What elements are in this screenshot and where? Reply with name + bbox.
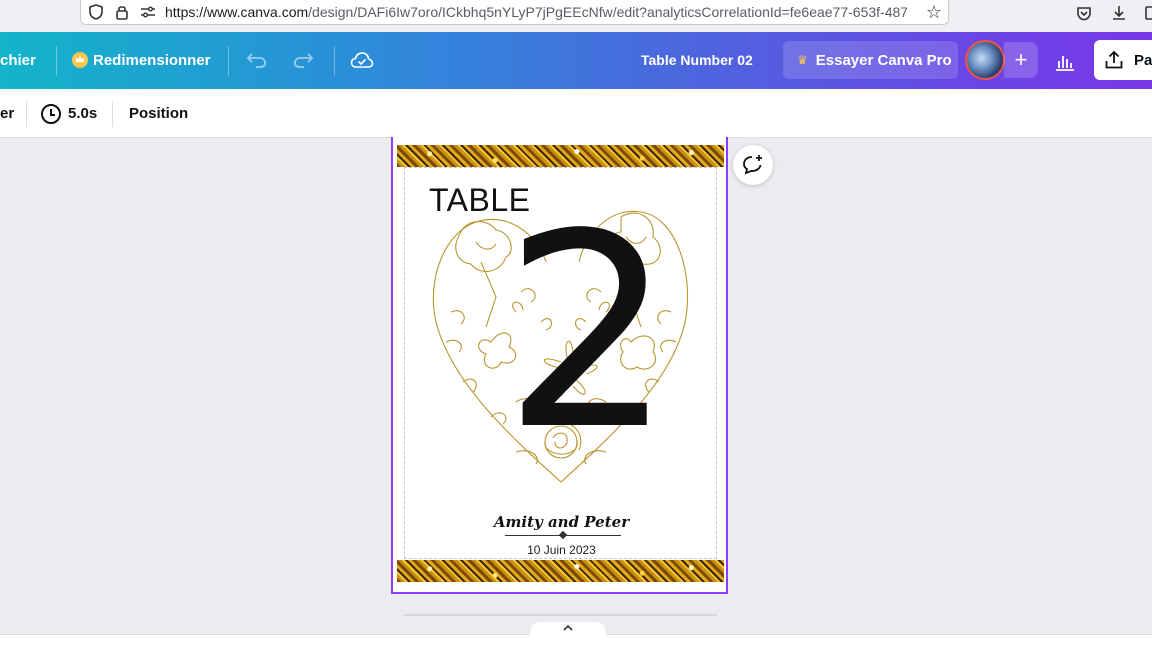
undo-button[interactable] bbox=[246, 42, 268, 78]
couple-names[interactable]: Amity and Peter bbox=[393, 513, 730, 531]
share-label: Pa bbox=[1134, 51, 1152, 69]
add-collaborator-button[interactable]: + bbox=[1004, 42, 1038, 78]
duration-button[interactable]: 5.0s bbox=[41, 89, 97, 138]
editor-header: chier Redimensionner Table Number 02 ♛ E… bbox=[0, 32, 1152, 89]
comment-add-icon bbox=[743, 155, 762, 175]
expand-pages-button[interactable] bbox=[530, 622, 606, 642]
divider bbox=[26, 101, 27, 127]
shield-icon[interactable] bbox=[85, 1, 107, 23]
insights-button[interactable] bbox=[1054, 44, 1076, 80]
cloud-save-button[interactable] bbox=[350, 42, 374, 78]
divider bbox=[112, 101, 113, 127]
duration-label: 5.0s bbox=[68, 105, 98, 122]
file-menu-label: chier bbox=[0, 51, 36, 69]
resize-label: Redimensionner bbox=[93, 51, 211, 69]
clock-icon bbox=[41, 103, 61, 124]
url-text[interactable]: https://www.canva.com/design/DAFi6Iw7oro… bbox=[165, 4, 907, 20]
design-title-label: Table Number 02 bbox=[641, 52, 753, 68]
avatar[interactable] bbox=[965, 40, 1005, 80]
gold-glitter-top-border[interactable] bbox=[397, 145, 724, 167]
redo-button[interactable] bbox=[292, 42, 314, 78]
share-button[interactable]: Pa bbox=[1094, 40, 1152, 80]
extensions-icon[interactable] bbox=[1138, 2, 1152, 24]
design-page[interactable]: TABLE 2 Amity and Peter 10 Juin 2023 bbox=[391, 137, 728, 594]
upload-icon bbox=[1105, 50, 1123, 69]
event-date[interactable]: 10 Juin 2023 bbox=[393, 543, 730, 557]
crown-icon bbox=[72, 52, 88, 68]
chevron-up-icon bbox=[563, 624, 573, 631]
undo-icon bbox=[246, 53, 266, 68]
crown-icon: ♛ bbox=[797, 53, 808, 67]
divider bbox=[56, 46, 57, 76]
page-scroll-indicator bbox=[404, 614, 717, 616]
position-label: Position bbox=[129, 105, 189, 122]
plus-icon: + bbox=[1014, 47, 1028, 72]
context-toolbar: er 5.0s Position bbox=[0, 89, 1152, 138]
divider bbox=[228, 46, 229, 76]
gold-glitter-bottom-border[interactable] bbox=[397, 560, 724, 582]
permissions-icon[interactable] bbox=[137, 1, 159, 23]
browser-toolbar: https://www.canva.com/design/DAFi6Iw7oro… bbox=[0, 0, 1152, 32]
bar-chart-icon bbox=[1056, 56, 1074, 71]
url-host: https://www.canva.com bbox=[165, 4, 309, 20]
file-menu-button[interactable]: chier bbox=[0, 42, 36, 78]
toolbar-truncated-label: er bbox=[0, 105, 15, 122]
design-title[interactable]: Table Number 02 bbox=[641, 42, 753, 78]
try-pro-label: Essayer Canva Pro bbox=[815, 51, 952, 69]
download-icon[interactable] bbox=[1107, 2, 1131, 24]
add-comment-button[interactable] bbox=[733, 145, 773, 185]
pocket-icon[interactable] bbox=[1072, 2, 1096, 24]
resize-button[interactable]: Redimensionner bbox=[72, 42, 211, 78]
divider bbox=[334, 46, 335, 76]
redo-icon bbox=[294, 53, 314, 68]
url-path: /design/DAFi6Iw7oro/ICkbhq5nYLyP7jPgEEcN… bbox=[308, 4, 907, 20]
try-canva-pro-button[interactable]: ♛ Essayer Canva Pro bbox=[783, 41, 958, 79]
lock-icon[interactable] bbox=[111, 1, 133, 23]
toolbar-truncated-button[interactable]: er bbox=[0, 89, 14, 138]
cloud-check-icon bbox=[350, 52, 374, 68]
address-bar[interactable]: https://www.canva.com/design/DAFi6Iw7oro… bbox=[80, 0, 949, 25]
table-number[interactable]: 2 bbox=[503, 199, 674, 467]
position-button[interactable]: Position bbox=[129, 89, 188, 138]
bookmark-star-icon[interactable]: ☆ bbox=[926, 2, 942, 23]
